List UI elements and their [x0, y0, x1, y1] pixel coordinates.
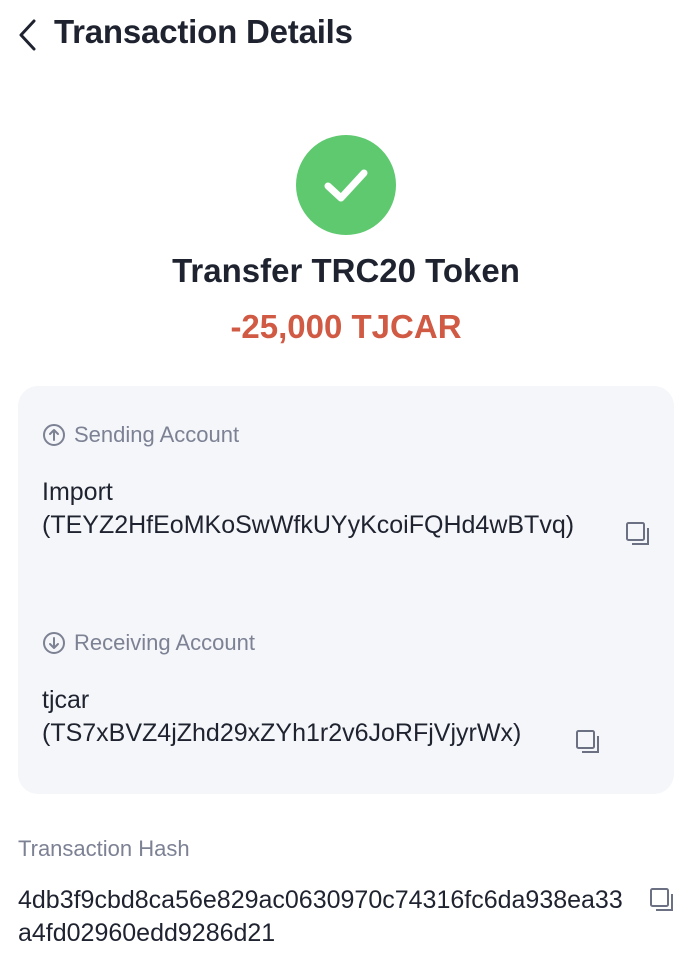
- sending-account-label-text: Sending Account: [74, 422, 240, 447]
- receiving-account-label: Receiving Account: [42, 630, 255, 656]
- copy-icon: [650, 888, 673, 911]
- success-badge: [296, 135, 396, 235]
- receiving-account: tjcar (TS7xBVZ4jZhd29xZYh1r2v6JoRFjVjyrW…: [42, 684, 582, 750]
- transaction-hash-value: 4db3f9cbd8ca56e829ac0630970c74316fc6da93…: [18, 886, 623, 947]
- transaction-amount: -25,000 TJCAR: [230, 308, 462, 345]
- sending-account-name: Import: [42, 478, 113, 506]
- copy-icon: [626, 522, 649, 545]
- copy-sending-address-button[interactable]: [624, 520, 652, 548]
- page-title: Transaction Details: [54, 13, 353, 50]
- copy-icon: [576, 730, 599, 753]
- accounts-card: Sending Account Import (TEYZ2HfEoMKoSwWf…: [18, 386, 674, 794]
- sending-account-address: (TEYZ2HfEoMKoSwWfkUYyKcoiFQHd4wBTvq): [42, 511, 575, 539]
- sending-account-label: Sending Account: [42, 422, 239, 448]
- header-bar: Transaction Details: [0, 0, 692, 70]
- arrow-down-circle-icon: [42, 631, 66, 655]
- check-icon: [324, 169, 368, 202]
- copy-receiving-address-button[interactable]: [574, 728, 602, 756]
- chevron-left-icon: [19, 19, 36, 51]
- arrow-up-circle-icon: [42, 423, 66, 447]
- receiving-account-label-text: Receiving Account: [74, 630, 255, 655]
- transaction-type: Transfer TRC20 Token: [172, 252, 520, 289]
- transaction-hash-label: Transaction Hash: [18, 836, 190, 861]
- back-button[interactable]: [12, 16, 42, 54]
- copy-hash-button[interactable]: [648, 886, 676, 914]
- sending-account: Import (TEYZ2HfEoMKoSwWfkUYyKcoiFQHd4wBT…: [42, 476, 602, 542]
- receiving-account-address: (TS7xBVZ4jZhd29xZYh1r2v6JoRFjVjyrWx): [42, 719, 522, 747]
- receiving-account-name: tjcar: [42, 686, 90, 714]
